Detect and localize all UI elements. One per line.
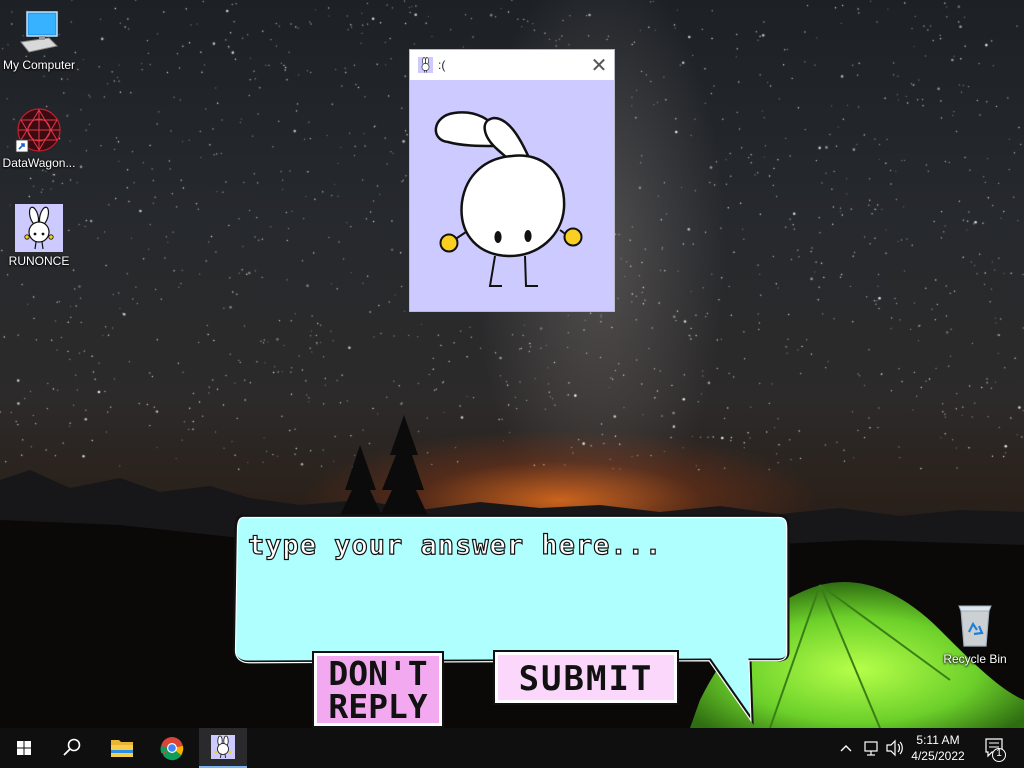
desktop-icon-label: My Computer: [1, 58, 77, 72]
desktop-icon-my-computer[interactable]: My Computer: [1, 8, 77, 72]
system-clock[interactable]: 5:11 AM 4/25/2022: [908, 732, 968, 764]
answer-input[interactable]: [246, 524, 770, 566]
recycle-bin-icon: [951, 602, 999, 650]
clock-date: 4/25/2022: [908, 748, 968, 764]
chrome-icon[interactable]: [148, 728, 196, 768]
popup-title: :(: [438, 58, 445, 72]
chevron-up-icon[interactable]: [836, 728, 856, 768]
desktop-icon-label: RUNONCE: [1, 254, 77, 268]
desktop-icon-recycle-bin[interactable]: Recycle Bin: [937, 602, 1013, 666]
network-icon[interactable]: [860, 728, 882, 768]
computer-icon: [15, 8, 63, 56]
notification-center-icon[interactable]: 1: [978, 728, 1012, 768]
desktop-icon-datawagon[interactable]: DataWagon...: [1, 106, 77, 170]
submit-button[interactable]: SUBMIT: [493, 650, 679, 705]
popup-content: [410, 80, 614, 311]
taskbar-runonce-app[interactable]: [199, 728, 247, 768]
close-icon[interactable]: ✕: [586, 52, 612, 78]
windows-start-icon[interactable]: [0, 728, 48, 768]
bunny-app-icon: [199, 728, 247, 766]
datawagon-shortcut-icon: [15, 106, 63, 154]
clock-time: 5:11 AM: [908, 732, 968, 748]
speaker-icon[interactable]: [884, 728, 906, 768]
desktop-icon-label: DataWagon...: [1, 156, 77, 170]
desktop-icon-runonce[interactable]: RUNONCE: [1, 204, 77, 268]
notification-count-badge: 1: [994, 748, 1004, 759]
desktop-icon-label: Recycle Bin: [937, 652, 1013, 666]
taskbar: 5:11 AM 4/25/2022 1: [0, 728, 1024, 768]
bunny-illustration: [410, 80, 614, 311]
bunny-app-icon: [418, 57, 433, 73]
search-icon[interactable]: [48, 728, 96, 768]
file-explorer-icon[interactable]: [98, 728, 146, 768]
bunny-app-icon: [15, 204, 63, 252]
dont-reply-button[interactable]: DON'T REPLY: [312, 651, 444, 728]
bunny-popup-window[interactable]: :( ✕: [410, 50, 614, 311]
popup-titlebar[interactable]: :( ✕: [410, 50, 614, 80]
